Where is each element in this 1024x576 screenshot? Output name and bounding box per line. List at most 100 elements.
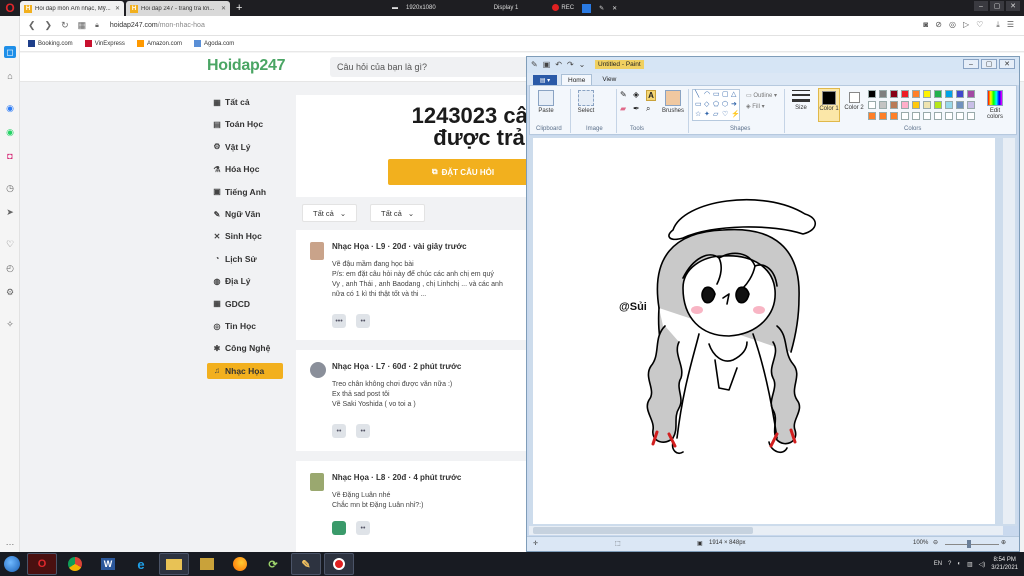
custom-color-swatch[interactable] bbox=[956, 112, 964, 120]
taskbar-media[interactable] bbox=[192, 553, 222, 575]
subject-item[interactable]: ◍ Địa Lý bbox=[207, 273, 283, 289]
heart-icon[interactable]: ♡ bbox=[4, 238, 16, 250]
subject-item[interactable]: ♫ Nhạc Họa bbox=[207, 362, 283, 379]
tab-home[interactable]: Home bbox=[561, 74, 593, 85]
language-indicator[interactable]: EN bbox=[934, 561, 942, 567]
speed-dial-icon[interactable]: ▦ bbox=[78, 20, 87, 31]
palette-color-swatch[interactable] bbox=[879, 101, 887, 109]
tracker-icon[interactable]: ◎ bbox=[949, 20, 956, 30]
color2-button[interactable]: Color 2 bbox=[844, 90, 864, 111]
bookmark-agoda[interactable]: Agoda.com bbox=[193, 40, 234, 47]
filter-select-1[interactable]: Tất cả ⌄ bbox=[302, 204, 358, 222]
adblock-icon[interactable]: ⊘ bbox=[935, 20, 942, 30]
custom-color-swatch[interactable] bbox=[879, 112, 887, 120]
taskbar-explorer[interactable] bbox=[159, 553, 189, 575]
palette-color-swatch[interactable] bbox=[945, 101, 953, 109]
answerer-avatar[interactable]: •• bbox=[356, 424, 370, 438]
history-icon[interactable]: ◴ bbox=[4, 262, 16, 274]
custom-color-swatch[interactable] bbox=[868, 112, 876, 120]
subject-item[interactable]: ✎ Ngữ Văn bbox=[207, 206, 283, 222]
new-tab-button[interactable]: + bbox=[236, 2, 242, 14]
avatar[interactable] bbox=[310, 242, 324, 260]
answerer-avatar[interactable]: •• bbox=[356, 314, 370, 328]
horizontal-scrollbar[interactable] bbox=[529, 526, 1003, 535]
brushes-button[interactable]: Brushes bbox=[660, 90, 686, 114]
clock[interactable]: 8:54 PM 3/21/2021 bbox=[991, 556, 1018, 572]
palette-color-swatch[interactable] bbox=[868, 101, 876, 109]
close-tab-icon[interactable]: ✕ bbox=[115, 5, 120, 12]
subject-item[interactable]: ◔ Lịch Sử bbox=[207, 251, 283, 267]
pin-icon[interactable]: ▬ bbox=[392, 5, 398, 11]
recorder-display[interactable]: Display 1 bbox=[494, 5, 519, 11]
ask-question-button[interactable]: ⧉ ĐẶT CÂU HỎI bbox=[388, 159, 538, 185]
whatsapp-icon[interactable]: ◉ bbox=[4, 126, 16, 138]
answerer-avatar[interactable]: ••• bbox=[332, 314, 346, 328]
palette-color-swatch[interactable] bbox=[901, 90, 909, 98]
send-icon[interactable]: ➤ bbox=[4, 206, 16, 218]
subject-item[interactable]: ▤ Toán Học bbox=[207, 116, 283, 132]
palette-color-swatch[interactable] bbox=[879, 90, 887, 98]
workspace-icon[interactable]: ◻ bbox=[4, 46, 16, 58]
custom-color-swatch[interactable] bbox=[912, 112, 920, 120]
color1-button[interactable]: Color 1 bbox=[818, 88, 840, 122]
answerer-avatar[interactable] bbox=[332, 521, 346, 535]
avatar[interactable] bbox=[310, 473, 324, 491]
size-button[interactable]: Size bbox=[790, 90, 812, 111]
taskbar-paint[interactable]: ✎ bbox=[291, 553, 321, 575]
palette-color-swatch[interactable] bbox=[923, 101, 931, 109]
zoom-in-icon[interactable]: ⊕ bbox=[1001, 539, 1006, 546]
shapes-gallery[interactable]: ╲ ◠ ▭ ▢ △ ▭ ◇ ⬠ ⬡ ➜ ☆ ✦ ▱ ♡ ⚡ bbox=[692, 89, 740, 121]
file-menu-button[interactable]: ▤ ▾ bbox=[533, 75, 557, 85]
maximize-icon[interactable]: ▢ bbox=[990, 1, 1004, 11]
palette-color-swatch[interactable] bbox=[967, 101, 975, 109]
browser-tab-2[interactable]: H Hỏi đáp 247 - trang tra lời... ✕ bbox=[126, 1, 230, 16]
custom-color-swatch[interactable] bbox=[890, 112, 898, 120]
undo-icon[interactable]: ↶ bbox=[555, 60, 562, 69]
browser-tab-1[interactable]: H Hỏi đáp môn Âm nhạc, Mỹ... ✕ bbox=[20, 1, 124, 16]
taskbar-app[interactable]: ⟳ bbox=[258, 553, 288, 575]
save-icon[interactable]: ▣ bbox=[543, 60, 551, 69]
answerer-avatar[interactable]: •• bbox=[356, 521, 370, 535]
download-icon[interactable]: ⤓ bbox=[996, 20, 1000, 30]
palette-color-swatch[interactable] bbox=[956, 90, 964, 98]
question-card[interactable]: Nhạc Họa · L7 · 60đ · 2 phút trước Treo … bbox=[296, 350, 546, 451]
subject-item[interactable]: ◎ Tin Học bbox=[207, 318, 283, 334]
back-icon[interactable]: ❮ bbox=[28, 20, 36, 31]
fill-bucket-icon[interactable]: ◈ bbox=[633, 90, 643, 101]
palette-color-swatch[interactable] bbox=[912, 90, 920, 98]
settings-icon[interactable]: ⚙ bbox=[4, 286, 16, 298]
zoom-slider-thumb[interactable] bbox=[967, 540, 971, 548]
url-field[interactable]: hoidap247.com/mon-nhac-hoa bbox=[110, 22, 205, 29]
avatar[interactable] bbox=[310, 362, 326, 378]
pen-icon[interactable]: ✎ bbox=[599, 5, 604, 12]
fill-button[interactable]: ◈ Fill ▾ bbox=[746, 102, 777, 113]
custom-color-swatch[interactable] bbox=[967, 112, 975, 120]
color-picker-icon[interactable]: ✒ bbox=[633, 104, 643, 114]
taskbar-ie[interactable]: e bbox=[126, 553, 156, 575]
bookmark-heart-icon[interactable]: ♡ bbox=[976, 20, 983, 30]
palette-color-swatch[interactable] bbox=[868, 90, 876, 98]
network-icon[interactable]: ▥ bbox=[967, 561, 973, 568]
palette-color-swatch[interactable] bbox=[890, 90, 898, 98]
question-card[interactable]: Nhạc Họa · L9 · 20đ · vài giây trước Vẽ … bbox=[296, 230, 546, 340]
taskbar-firefox[interactable] bbox=[225, 553, 255, 575]
reload-icon[interactable]: ↻ bbox=[61, 20, 69, 31]
pencil-icon[interactable]: ✎ bbox=[620, 90, 630, 101]
filter-select-2[interactable]: Tất cả ⌄ bbox=[370, 204, 426, 222]
palette-color-swatch[interactable] bbox=[945, 90, 953, 98]
close-window-icon[interactable]: ✕ bbox=[1006, 1, 1020, 11]
palette-color-swatch[interactable] bbox=[923, 90, 931, 98]
custom-color-swatch[interactable] bbox=[934, 112, 942, 120]
stop-icon[interactable] bbox=[582, 3, 592, 13]
palette-color-swatch[interactable] bbox=[934, 90, 942, 98]
subject-item[interactable]: ▦ Tất cả bbox=[207, 94, 283, 110]
bookmark-booking[interactable]: Booking.com bbox=[28, 40, 73, 47]
help-icon[interactable]: ? bbox=[948, 561, 951, 567]
start-button[interactable] bbox=[0, 552, 24, 576]
paint-minimize-icon[interactable]: – bbox=[963, 59, 979, 69]
close-recorder-icon[interactable]: ✕ bbox=[612, 5, 617, 12]
more-icon[interactable]: … bbox=[4, 536, 16, 548]
subject-item[interactable]: ✕ Sinh Học bbox=[207, 228, 283, 244]
bookmark-amazon[interactable]: Amazon.com bbox=[136, 40, 182, 47]
custom-color-swatch[interactable] bbox=[901, 112, 909, 120]
